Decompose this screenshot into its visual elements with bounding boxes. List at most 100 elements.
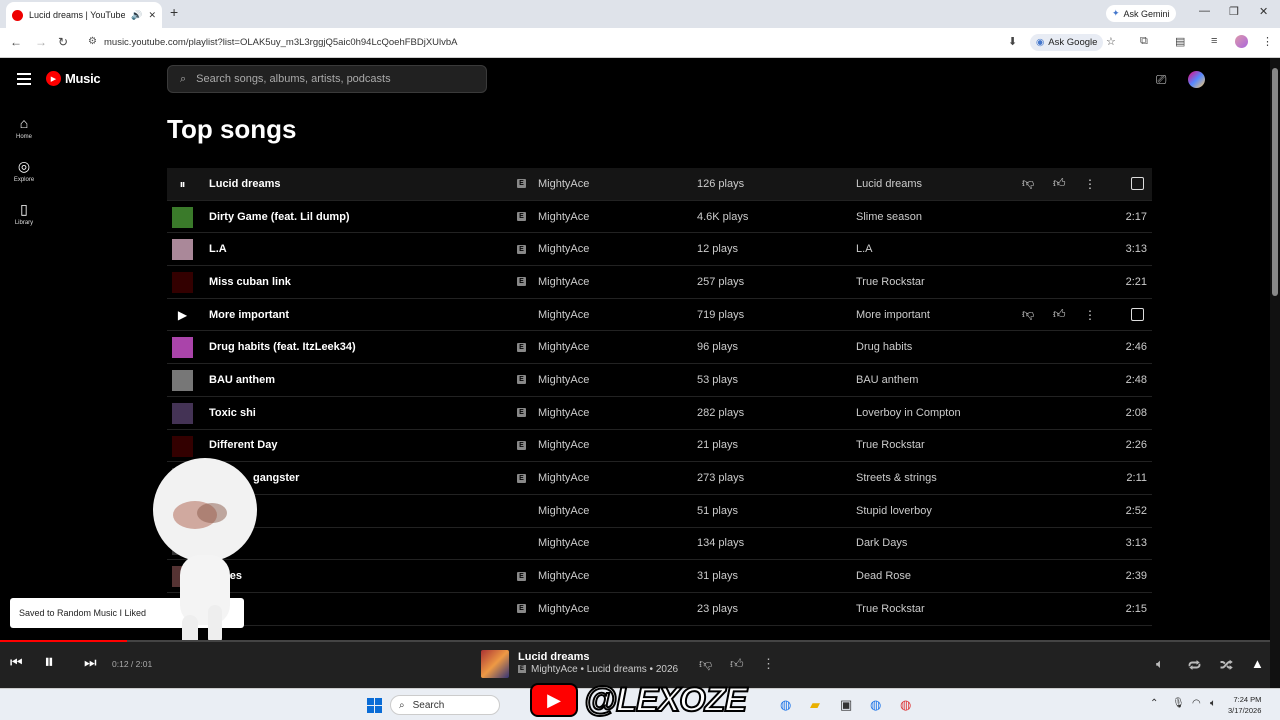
song-artist[interactable]: MightyAce bbox=[538, 472, 589, 484]
chrome-active-icon[interactable]: ◍ bbox=[900, 697, 911, 713]
scrollbar[interactable] bbox=[1270, 58, 1280, 688]
site-info-icon[interactable]: ⚙ bbox=[88, 36, 97, 47]
song-artist[interactable]: MightyAce bbox=[538, 276, 589, 288]
song-row[interactable]: MightyAce 134 plays Dark Days 3:13 bbox=[167, 528, 1152, 561]
song-row[interactable]: Dirty Game (feat. Lil dump) E MightyAce 4.6… bbox=[167, 201, 1152, 234]
song-artist[interactable]: MightyAce bbox=[538, 439, 589, 451]
song-album[interactable]: Slime season bbox=[856, 211, 922, 223]
play-icon[interactable]: ▶ bbox=[172, 305, 193, 326]
chrome-profile-icon[interactable]: ◍ bbox=[870, 697, 881, 713]
scrollbar-thumb[interactable] bbox=[1272, 68, 1278, 296]
song-album[interactable]: Loverboy in Compton bbox=[856, 407, 961, 419]
song-artist[interactable]: MightyAce bbox=[538, 178, 589, 190]
like-icon[interactable]: 👍︎ bbox=[730, 656, 744, 672]
install-app-icon[interactable]: ⬇ bbox=[1008, 35, 1017, 48]
song-title[interactable]: Different Day bbox=[209, 439, 277, 451]
pause-icon[interactable]: ⏸ bbox=[172, 174, 193, 195]
song-artist[interactable]: MightyAce bbox=[538, 341, 589, 353]
now-playing-subtitle[interactable]: MightyAce • Lucid dreams • 2026 bbox=[531, 664, 678, 675]
song-album[interactable]: L.A bbox=[856, 243, 873, 255]
more-options-icon[interactable]: ⋮ bbox=[762, 656, 775, 672]
back-icon[interactable]: ← bbox=[10, 35, 22, 49]
taskbar-search[interactable]: ⌕ Search bbox=[390, 695, 500, 715]
media-icon[interactable]: ▤ bbox=[1175, 35, 1185, 48]
wifi-icon[interactable]: ◠ bbox=[1192, 698, 1201, 709]
song-row[interactable]: ⏸ Lucid dreams E MightyAce 126 plays Lucid dr… bbox=[167, 168, 1152, 201]
song-artist[interactable]: MightyAce bbox=[538, 537, 589, 549]
song-thumbnail[interactable] bbox=[172, 435, 193, 457]
song-album[interactable]: Dead Rose bbox=[856, 570, 911, 582]
select-checkbox[interactable] bbox=[1131, 308, 1144, 322]
song-album[interactable]: Stupid loverboy bbox=[856, 505, 932, 517]
song-row[interactable]: E MightyAce 23 plays True Rockstar 2:15 bbox=[167, 593, 1152, 626]
progress-bar[interactable] bbox=[0, 640, 1270, 642]
now-playing-title[interactable]: Lucid dreams bbox=[518, 651, 590, 663]
cast-icon[interactable]: ⎚ bbox=[1156, 72, 1166, 88]
window-close-icon[interactable]: ✕ bbox=[1259, 5, 1268, 18]
microphone-icon[interactable]: 🎙︎ bbox=[1172, 698, 1185, 709]
menu-icon[interactable] bbox=[17, 73, 31, 88]
song-title[interactable]: Lucid dreams bbox=[209, 178, 281, 190]
song-album[interactable]: More important bbox=[856, 309, 930, 321]
sidebar-item-library[interactable]: ▯ Library bbox=[0, 201, 48, 226]
song-title[interactable]: More important bbox=[209, 309, 289, 321]
forward-icon[interactable]: → bbox=[35, 35, 47, 49]
song-row[interactable]: Toxic shi E MightyAce 282 plays Loverboy in … bbox=[167, 397, 1152, 430]
song-album[interactable]: True Rockstar bbox=[856, 276, 925, 288]
dislike-icon[interactable]: 👎︎ bbox=[1022, 176, 1034, 191]
song-row[interactable]: Drug habits (feat. ItzLeek34) E MightyAce 9… bbox=[167, 331, 1152, 365]
song-title[interactable]: Toxic shi bbox=[209, 407, 256, 419]
previous-icon[interactable]: ⏮ bbox=[10, 654, 23, 671]
song-thumbnail[interactable] bbox=[172, 239, 193, 261]
ask-gemini-button[interactable]: ✦ Ask Gemini bbox=[1106, 5, 1176, 22]
browser-menu-icon[interactable]: ⋮ bbox=[1262, 35, 1273, 48]
windows-start-icon[interactable] bbox=[367, 698, 382, 713]
account-avatar[interactable] bbox=[1188, 71, 1205, 88]
song-artist[interactable]: MightyAce bbox=[538, 374, 589, 386]
song-artist[interactable]: MightyAce bbox=[538, 570, 589, 582]
song-row[interactable]: Miss cuban link E MightyAce 257 plays True R… bbox=[167, 266, 1152, 299]
more-options-icon[interactable]: ⋮ bbox=[1084, 308, 1096, 322]
sidebar-item-explore[interactable]: ◎ Explore bbox=[0, 158, 48, 183]
song-row[interactable]: RosesEMightyAce31 playsDead Rose2:39 bbox=[167, 560, 1152, 593]
reload-icon[interactable]: ↻ bbox=[58, 35, 68, 49]
song-title[interactable]: L.A bbox=[209, 243, 227, 255]
tab-close-icon[interactable]: ✕ bbox=[148, 10, 156, 21]
song-title[interactable]: Miss cuban link bbox=[209, 276, 291, 288]
minimize-icon[interactable]: — bbox=[1199, 5, 1210, 17]
volume-icon[interactable]: 🔈︎ bbox=[1156, 656, 1164, 672]
song-artist[interactable]: MightyAce bbox=[538, 211, 589, 223]
song-title[interactable]: BAU anthem bbox=[209, 374, 275, 386]
song-album[interactable]: Streets & strings bbox=[856, 472, 937, 484]
dislike-icon[interactable]: 👎︎ bbox=[699, 656, 712, 672]
pause-icon[interactable]: ⏸ bbox=[44, 651, 54, 674]
song-artist[interactable]: MightyAce bbox=[538, 505, 589, 517]
song-artist[interactable]: MightyAce bbox=[538, 243, 589, 255]
song-album[interactable]: Lucid dreams bbox=[856, 178, 922, 190]
browser-profile-avatar[interactable] bbox=[1235, 35, 1248, 48]
song-thumbnail[interactable] bbox=[172, 402, 193, 424]
extensions-icon[interactable]: ⧉ bbox=[1140, 35, 1148, 48]
song-title[interactable]: Drug habits (feat. ItzLeek34) bbox=[209, 341, 356, 353]
app-icon[interactable]: ▣ bbox=[840, 697, 852, 713]
file-explorer-icon[interactable]: ▰ bbox=[810, 697, 820, 713]
song-title[interactable]: Dirty Game (feat. Lil dump) bbox=[209, 211, 350, 223]
song-row[interactable]: MightyAce 51 plays Stupid loverboy 2:52 bbox=[167, 495, 1152, 528]
song-album[interactable]: BAU anthem bbox=[856, 374, 918, 386]
song-artist[interactable]: MightyAce bbox=[538, 603, 589, 615]
song-thumbnail[interactable] bbox=[172, 272, 193, 294]
song-album[interactable]: True Rockstar bbox=[856, 603, 925, 615]
url-field[interactable]: music.youtube.com/playlist?list=OLAK5uy_… bbox=[104, 37, 458, 48]
song-thumbnail[interactable] bbox=[172, 370, 193, 392]
like-icon[interactable]: 👍︎ bbox=[1053, 307, 1066, 322]
ytm-logo[interactable]: ▶ Music bbox=[46, 71, 101, 86]
clock[interactable]: 7:24 PM 3/17/2026 bbox=[1228, 694, 1261, 716]
browser-tab[interactable]: Lucid dreams | YouTube Mu... 🔊 ✕ bbox=[6, 2, 162, 28]
now-playing-artwork[interactable] bbox=[481, 650, 509, 678]
song-row[interactable]: Different Day E MightyAce 21 plays True Rock… bbox=[167, 430, 1152, 463]
song-album[interactable]: Dark Days bbox=[856, 537, 907, 549]
repeat-icon[interactable]: 🔁︎ bbox=[1188, 656, 1201, 675]
speaker-tray-icon[interactable]: 🔈︎ bbox=[1210, 698, 1216, 709]
select-checkbox[interactable] bbox=[1131, 177, 1144, 191]
restore-icon[interactable]: ❐ bbox=[1229, 5, 1239, 18]
